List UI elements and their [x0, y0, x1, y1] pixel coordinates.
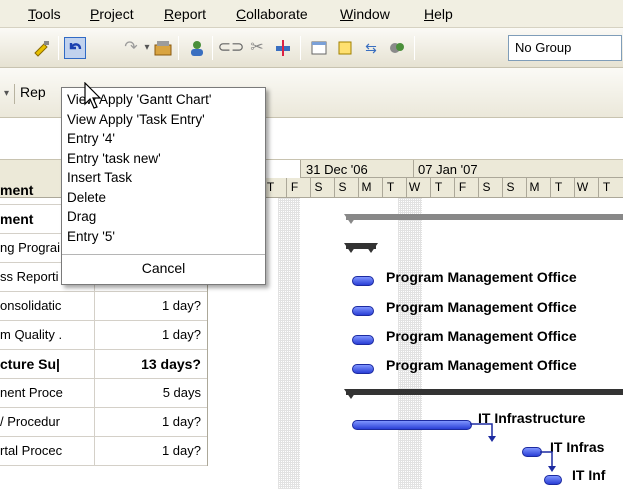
duration-cell[interactable]: 13 days? [95, 350, 208, 379]
duration-cell[interactable]: 1 day? [95, 408, 208, 437]
undo-history-item[interactable]: Delete [67, 190, 106, 206]
insert-hyperlink-icon[interactable] [152, 37, 174, 59]
day-label: W [406, 178, 422, 197]
table-row[interactable]: onsolidatic 1 day? [0, 292, 208, 321]
split-task-icon[interactable] [272, 37, 294, 59]
undo-history-item[interactable]: Entry '5' [67, 229, 115, 245]
nonworking-time-shade [278, 198, 288, 489]
summary-bar-end-marker [364, 243, 378, 253]
link-tasks-icon[interactable]: ⊂⊃ [218, 37, 245, 59]
task-notes-icon[interactable] [334, 37, 356, 59]
task-bar-label: Program Management Office [386, 299, 577, 315]
group-by-select[interactable]: No Group [508, 35, 622, 61]
undo-history-item[interactable]: View Apply 'Task Entry' [67, 112, 205, 128]
menu-window[interactable]: Window [340, 6, 390, 22]
task-bar[interactable] [352, 276, 374, 286]
nonworking-time-shade [288, 198, 300, 489]
duration-cell[interactable]: 1 day? [95, 292, 208, 321]
assign-resources-icon[interactable] [186, 37, 208, 59]
task-name-cell[interactable]: cture Su| [0, 350, 95, 379]
day-label: M [526, 178, 542, 197]
undo-history-item[interactable]: Drag [67, 209, 96, 225]
dependency-arrow [540, 451, 556, 472]
week-label: 07 Jan '07 [418, 162, 478, 177]
summary-bar-start-marker [344, 389, 358, 399]
summary-bar[interactable] [346, 389, 623, 395]
gantt-chart-pane: Program Management Office Program Manage… [208, 198, 623, 489]
task-bar[interactable] [544, 475, 562, 485]
duration-cell[interactable]: 5 days [95, 379, 208, 408]
task-bar-label: Program Management Office [386, 269, 577, 285]
menu-bar: Tools Project Report Collaborate Window … [0, 0, 623, 28]
undo-history-item[interactable]: Entry '4' [67, 131, 115, 147]
menu-project[interactable]: Project [90, 6, 134, 22]
table-row[interactable]: nent Proce 5 days [0, 379, 208, 408]
menu-collaborate[interactable]: Collaborate [236, 6, 308, 22]
task-information-icon[interactable] [308, 37, 330, 59]
toolbar-separator [300, 36, 301, 60]
task-bar[interactable] [522, 447, 542, 457]
undo-history-item[interactable]: Insert Task [67, 170, 132, 186]
day-label: T [550, 178, 566, 197]
toolbar-separator [414, 36, 415, 60]
standard-toolbar: ↷ ▾ ⊂⊃ ✂ ⇆ No Group [0, 28, 623, 68]
undo-icon[interactable] [64, 37, 86, 59]
task-bar[interactable] [352, 420, 472, 430]
day-label: T [382, 178, 398, 197]
menu-report[interactable]: Report [164, 6, 206, 22]
timescale-major: 31 Dec '06 07 Jan '07 [300, 160, 623, 178]
toolbar-separator [178, 36, 179, 60]
dependency-arrow [470, 423, 496, 442]
format-painter-icon[interactable] [30, 37, 52, 59]
day-label: S [502, 178, 518, 197]
toolbar-overflow-arrow-icon[interactable]: ▾ [4, 88, 9, 99]
undo-cancel-button[interactable]: Cancel [62, 254, 265, 284]
mouse-pointer-icon [84, 82, 102, 109]
timescale-minor: TFSSMTWTFSSMTWT [262, 178, 623, 198]
task-bar[interactable] [352, 364, 374, 374]
day-label: T [430, 178, 446, 197]
timescale-divider [413, 160, 414, 178]
day-label: M [358, 178, 374, 197]
task-name-cell[interactable]: / Procedur [0, 408, 95, 437]
table-row[interactable]: cture Su| 13 days? [0, 350, 208, 379]
toolbar-separator [58, 36, 59, 60]
toolbar-separator [14, 84, 15, 104]
task-name-cell[interactable]: onsolidatic [0, 292, 95, 321]
day-label: S [478, 178, 494, 197]
week-label: 31 Dec '06 [306, 162, 368, 177]
day-label: S [310, 178, 326, 197]
day-label: W [574, 178, 590, 197]
day-label: F [454, 178, 470, 197]
task-bar[interactable] [352, 306, 374, 316]
undo-history-item[interactable]: Entry 'task new' [67, 151, 161, 167]
task-bar-label: IT Inf [572, 467, 606, 483]
task-name-cell[interactable]: nent Proce [0, 379, 95, 408]
task-bar-label: Program Management Office [386, 328, 577, 344]
menu-tools[interactable]: Tools [28, 6, 61, 22]
task-bar-label: Program Management Office [386, 357, 577, 373]
menu-help[interactable]: Help [424, 6, 453, 22]
task-name-cell[interactable]: m Quality . [0, 321, 95, 350]
summary-bar[interactable] [346, 214, 623, 220]
table-row[interactable]: m Quality .1 day? [0, 321, 208, 350]
undo-history-dropdown: View Apply 'Gantt Chart' View Apply 'Task… [61, 87, 266, 285]
resource-sharing-icon[interactable] [386, 37, 408, 59]
table-row[interactable]: / Procedur 1 day? [0, 408, 208, 437]
publish-icon[interactable]: ⇆ [360, 37, 382, 59]
report-button-label[interactable]: Rep [20, 84, 46, 100]
table-row[interactable]: rtal Procec 1 day? [0, 437, 208, 466]
toolbar-separator [212, 36, 213, 60]
duration-cell[interactable]: 1 day? [95, 437, 208, 466]
task-name-cell[interactable]: rtal Procec [0, 437, 95, 466]
summary-bar-start-marker [344, 243, 358, 253]
unlink-tasks-icon[interactable]: ✂ [246, 37, 268, 59]
duration-cell[interactable]: 1 day? [95, 321, 208, 350]
day-label: T [598, 178, 614, 197]
task-bar[interactable] [352, 335, 374, 345]
summary-bar-start-marker [344, 214, 358, 224]
day-label: S [334, 178, 350, 197]
day-label: F [286, 178, 302, 197]
